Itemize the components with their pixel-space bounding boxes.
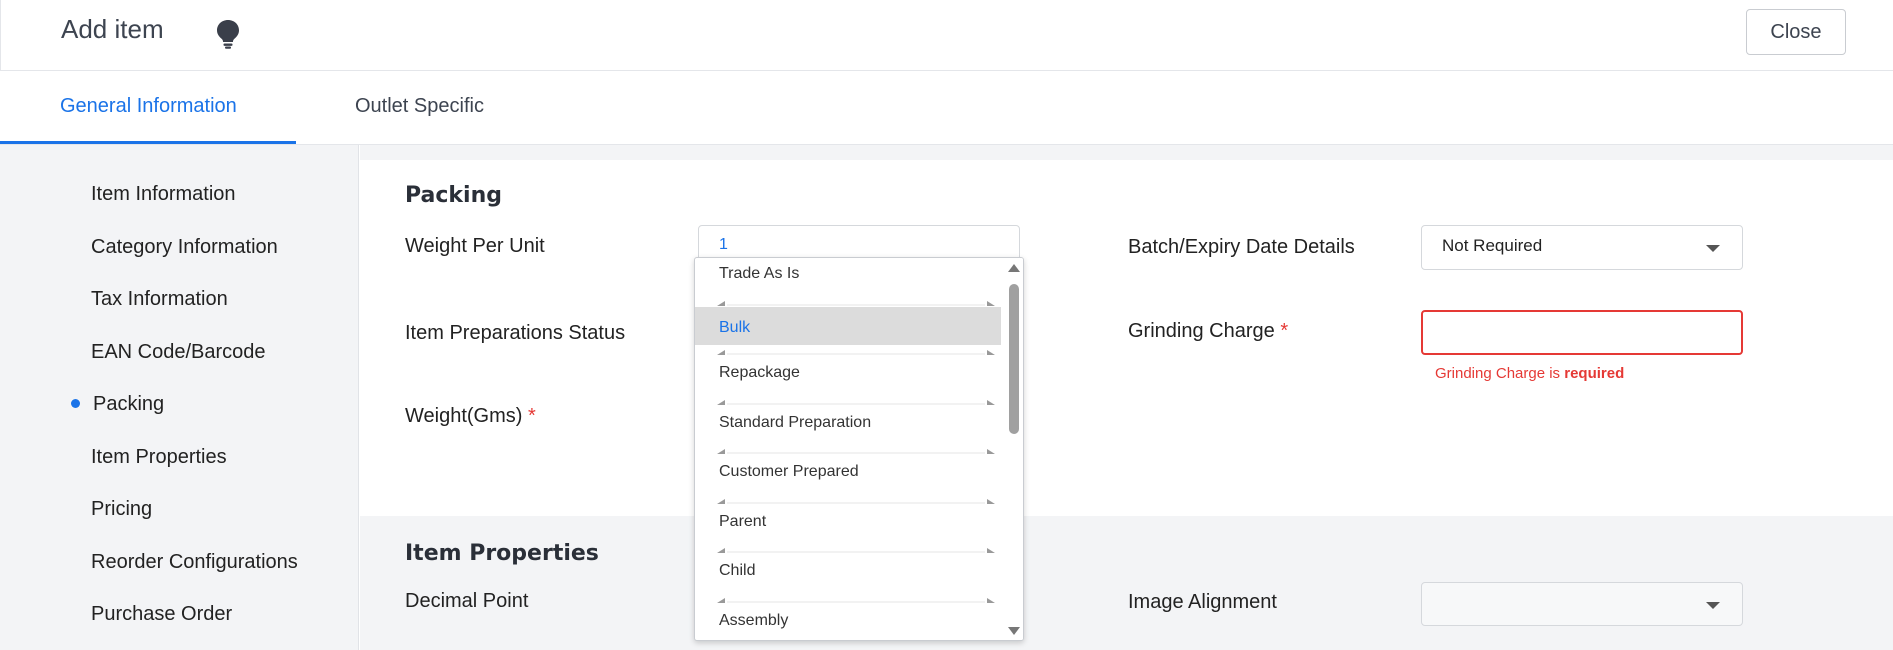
sidebar-item-item-properties[interactable]: Item Properties	[91, 446, 227, 469]
grinding-charge-text: Grinding Charge	[1128, 320, 1275, 342]
dropdown-option[interactable]: Assembly	[695, 600, 1001, 638]
dropdown-option[interactable]: Child	[695, 550, 1001, 588]
dropdown-option[interactable]: Standard Preparation	[695, 402, 1001, 440]
tab-outlet-specific[interactable]: Outlet Specific	[355, 95, 484, 118]
grinding-charge-input[interactable]	[1421, 310, 1743, 355]
weight-gms-text: Weight(Gms)	[405, 405, 523, 427]
sidebar-item-item-information[interactable]: Item Information	[91, 183, 236, 206]
dropdown-option[interactable]: Parent	[695, 501, 1001, 539]
decimal-point-label: Decimal Point	[405, 590, 529, 612]
image-alignment-label: Image Alignment	[1128, 591, 1277, 613]
dropdown-option-selected[interactable]: Bulk	[695, 307, 1001, 345]
sidebar-item-purchase-order[interactable]: Purchase Order	[91, 603, 232, 626]
error-strong-text: required	[1564, 365, 1625, 382]
scroll-down-arrow-icon[interactable]	[1008, 627, 1020, 635]
section-sidebar: Item Information Category Information Ta…	[0, 145, 359, 650]
dropdown-option[interactable]: Trade As Is	[695, 258, 1001, 291]
option-label: Bulk	[719, 319, 751, 336]
option-label: Customer Prepared	[719, 463, 859, 480]
option-label: Trade As Is	[719, 265, 800, 282]
scrollbar-thumb[interactable]	[1009, 284, 1019, 434]
option-label: Assembly	[719, 612, 789, 629]
weight-per-unit-value: 1	[719, 236, 728, 253]
grinding-charge-error: Grinding Charge is required	[1435, 365, 1624, 382]
sidebar-item-packing[interactable]: Packing	[93, 393, 164, 416]
form-content: Packing Weight Per Unit 1 Item Preparati…	[360, 145, 1893, 650]
weight-gms-label: Weight(Gms) *	[405, 405, 536, 428]
option-label: Repackage	[719, 364, 800, 381]
scroll-up-arrow-icon[interactable]	[1008, 264, 1020, 272]
option-label: Parent	[719, 513, 767, 530]
packing-title: Packing	[405, 183, 503, 208]
active-section-dot	[71, 399, 80, 408]
chevron-down-icon	[1706, 245, 1720, 252]
sidebar-item-reorder-configurations[interactable]: Reorder Configurations	[91, 551, 298, 574]
active-tab-indicator	[0, 141, 296, 144]
option-label: Child	[719, 562, 756, 579]
chevron-down-icon	[1706, 602, 1720, 609]
weight-per-unit-label: Weight Per Unit	[405, 235, 545, 257]
dropdown-option[interactable]: Repackage	[695, 352, 1001, 390]
lightbulb-icon[interactable]	[215, 19, 241, 49]
item-preparations-status-label: Item Preparations Status	[405, 322, 626, 344]
item-preparations-status-dropdown[interactable]: Trade As Is Bulk Repackage Standard Prep…	[694, 257, 1024, 641]
item-properties-title: Item Properties	[405, 541, 599, 566]
sidebar-item-pricing[interactable]: Pricing	[91, 498, 152, 521]
tab-general-information[interactable]: General Information	[60, 95, 237, 118]
batch-expiry-label: Batch/Expiry Date Details	[1128, 236, 1355, 258]
dropdown-option[interactable]: Customer Prepared	[695, 451, 1001, 489]
sidebar-item-category-information[interactable]: Category Information	[91, 236, 278, 259]
option-label: Standard Preparation	[719, 414, 872, 431]
sidebar-item-tax-information[interactable]: Tax Information	[91, 288, 228, 311]
sidebar-item-ean-code[interactable]: EAN Code/Barcode	[91, 341, 266, 364]
close-button[interactable]: Close	[1746, 9, 1846, 55]
packing-section: Packing Weight Per Unit 1 Item Preparati…	[360, 160, 1893, 516]
modal-header: Add item Close	[0, 0, 1893, 71]
batch-expiry-select[interactable]: Not Required	[1421, 225, 1743, 270]
required-asterisk: *	[527, 405, 536, 427]
grinding-charge-label: Grinding Charge *	[1128, 320, 1288, 343]
option-divider	[717, 301, 995, 306]
page-title: Add item	[61, 14, 164, 44]
tab-bar: General Information Outlet Specific	[0, 71, 1893, 145]
error-text: Grinding Charge is	[1435, 365, 1565, 382]
batch-expiry-value: Not Required	[1442, 236, 1543, 255]
image-alignment-select[interactable]	[1421, 582, 1743, 626]
dropdown-scrollbar[interactable]	[1005, 258, 1023, 640]
required-asterisk: *	[1280, 320, 1289, 342]
